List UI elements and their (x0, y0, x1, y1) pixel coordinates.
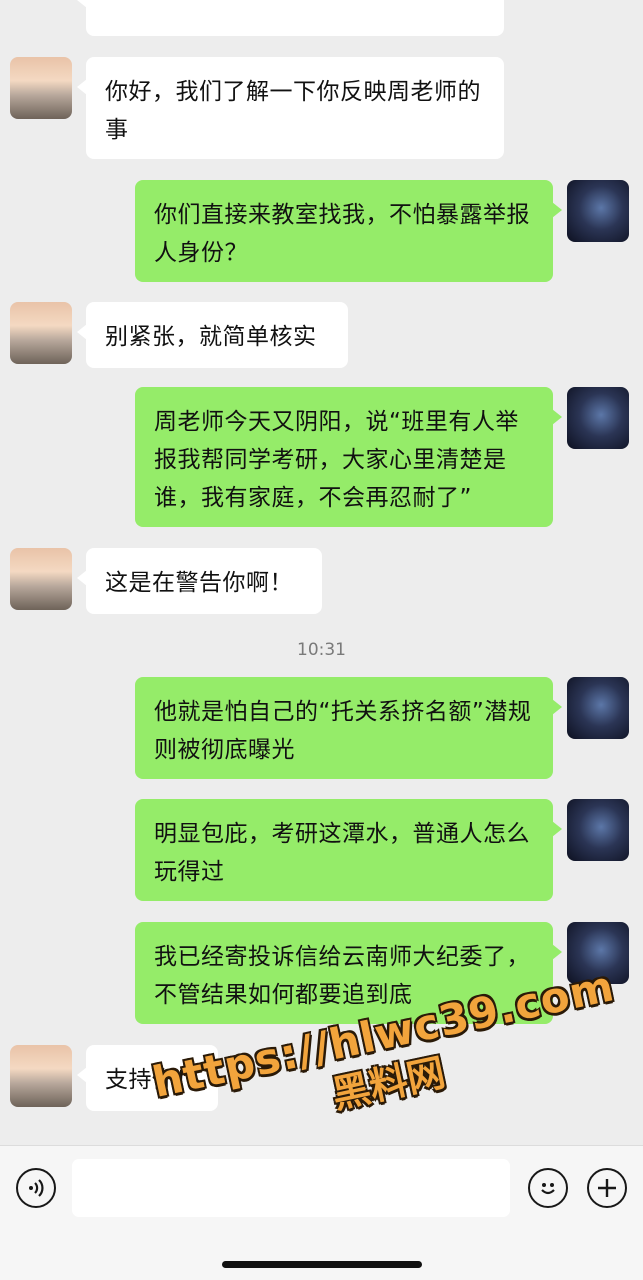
plus-icon[interactable] (587, 1168, 627, 1208)
my-avatar[interactable] (567, 799, 629, 861)
message-incoming: 别紧张，就简单核实 (77, 302, 348, 368)
my-avatar[interactable] (567, 180, 629, 242)
my-avatar[interactable] (567, 677, 629, 739)
my-avatar[interactable] (567, 922, 629, 984)
contact-avatar[interactable] (10, 57, 72, 119)
contact-avatar[interactable] (10, 302, 72, 364)
message-outgoing: 周老师今天又阴阳，说“班里有人举报我帮同学考研，大家心里清楚是谁，我有家庭，不会… (135, 387, 562, 527)
my-avatar[interactable] (567, 387, 629, 449)
message-incoming: 这是在警告你啊！ (77, 548, 322, 614)
chat-input-bar (0, 1145, 643, 1280)
message-outgoing: 你们直接来教室找我，不怕暴露举报人身份？ (135, 180, 562, 282)
emoji-icon[interactable] (528, 1168, 568, 1208)
message-outgoing: 他就是怕自己的“托关系挤名额”潜规则被彻底曝光 (135, 677, 562, 779)
message-outgoing: 明显包庇，考研这潭水，普通人怎么玩得过 (135, 799, 562, 901)
home-indicator[interactable] (222, 1261, 422, 1268)
voice-icon[interactable] (16, 1168, 56, 1208)
message-bubble-partial (77, 0, 504, 36)
message-input[interactable] (72, 1159, 510, 1217)
contact-avatar[interactable] (10, 1045, 72, 1107)
chat-timestamp: 10:31 (297, 640, 346, 660)
chat-area[interactable]: 你好，我们了解一下你反映周老师的事 你们直接来教室找我，不怕暴露举报人身份？ 别… (0, 0, 643, 1145)
message-incoming: 你好，我们了解一下你反映周老师的事 (77, 57, 504, 159)
message-incoming: 支持你！ (77, 1045, 218, 1111)
contact-avatar[interactable] (10, 548, 72, 610)
message-outgoing: 我已经寄投诉信给云南师大纪委了，不管结果如何都要追到底 (135, 922, 562, 1024)
